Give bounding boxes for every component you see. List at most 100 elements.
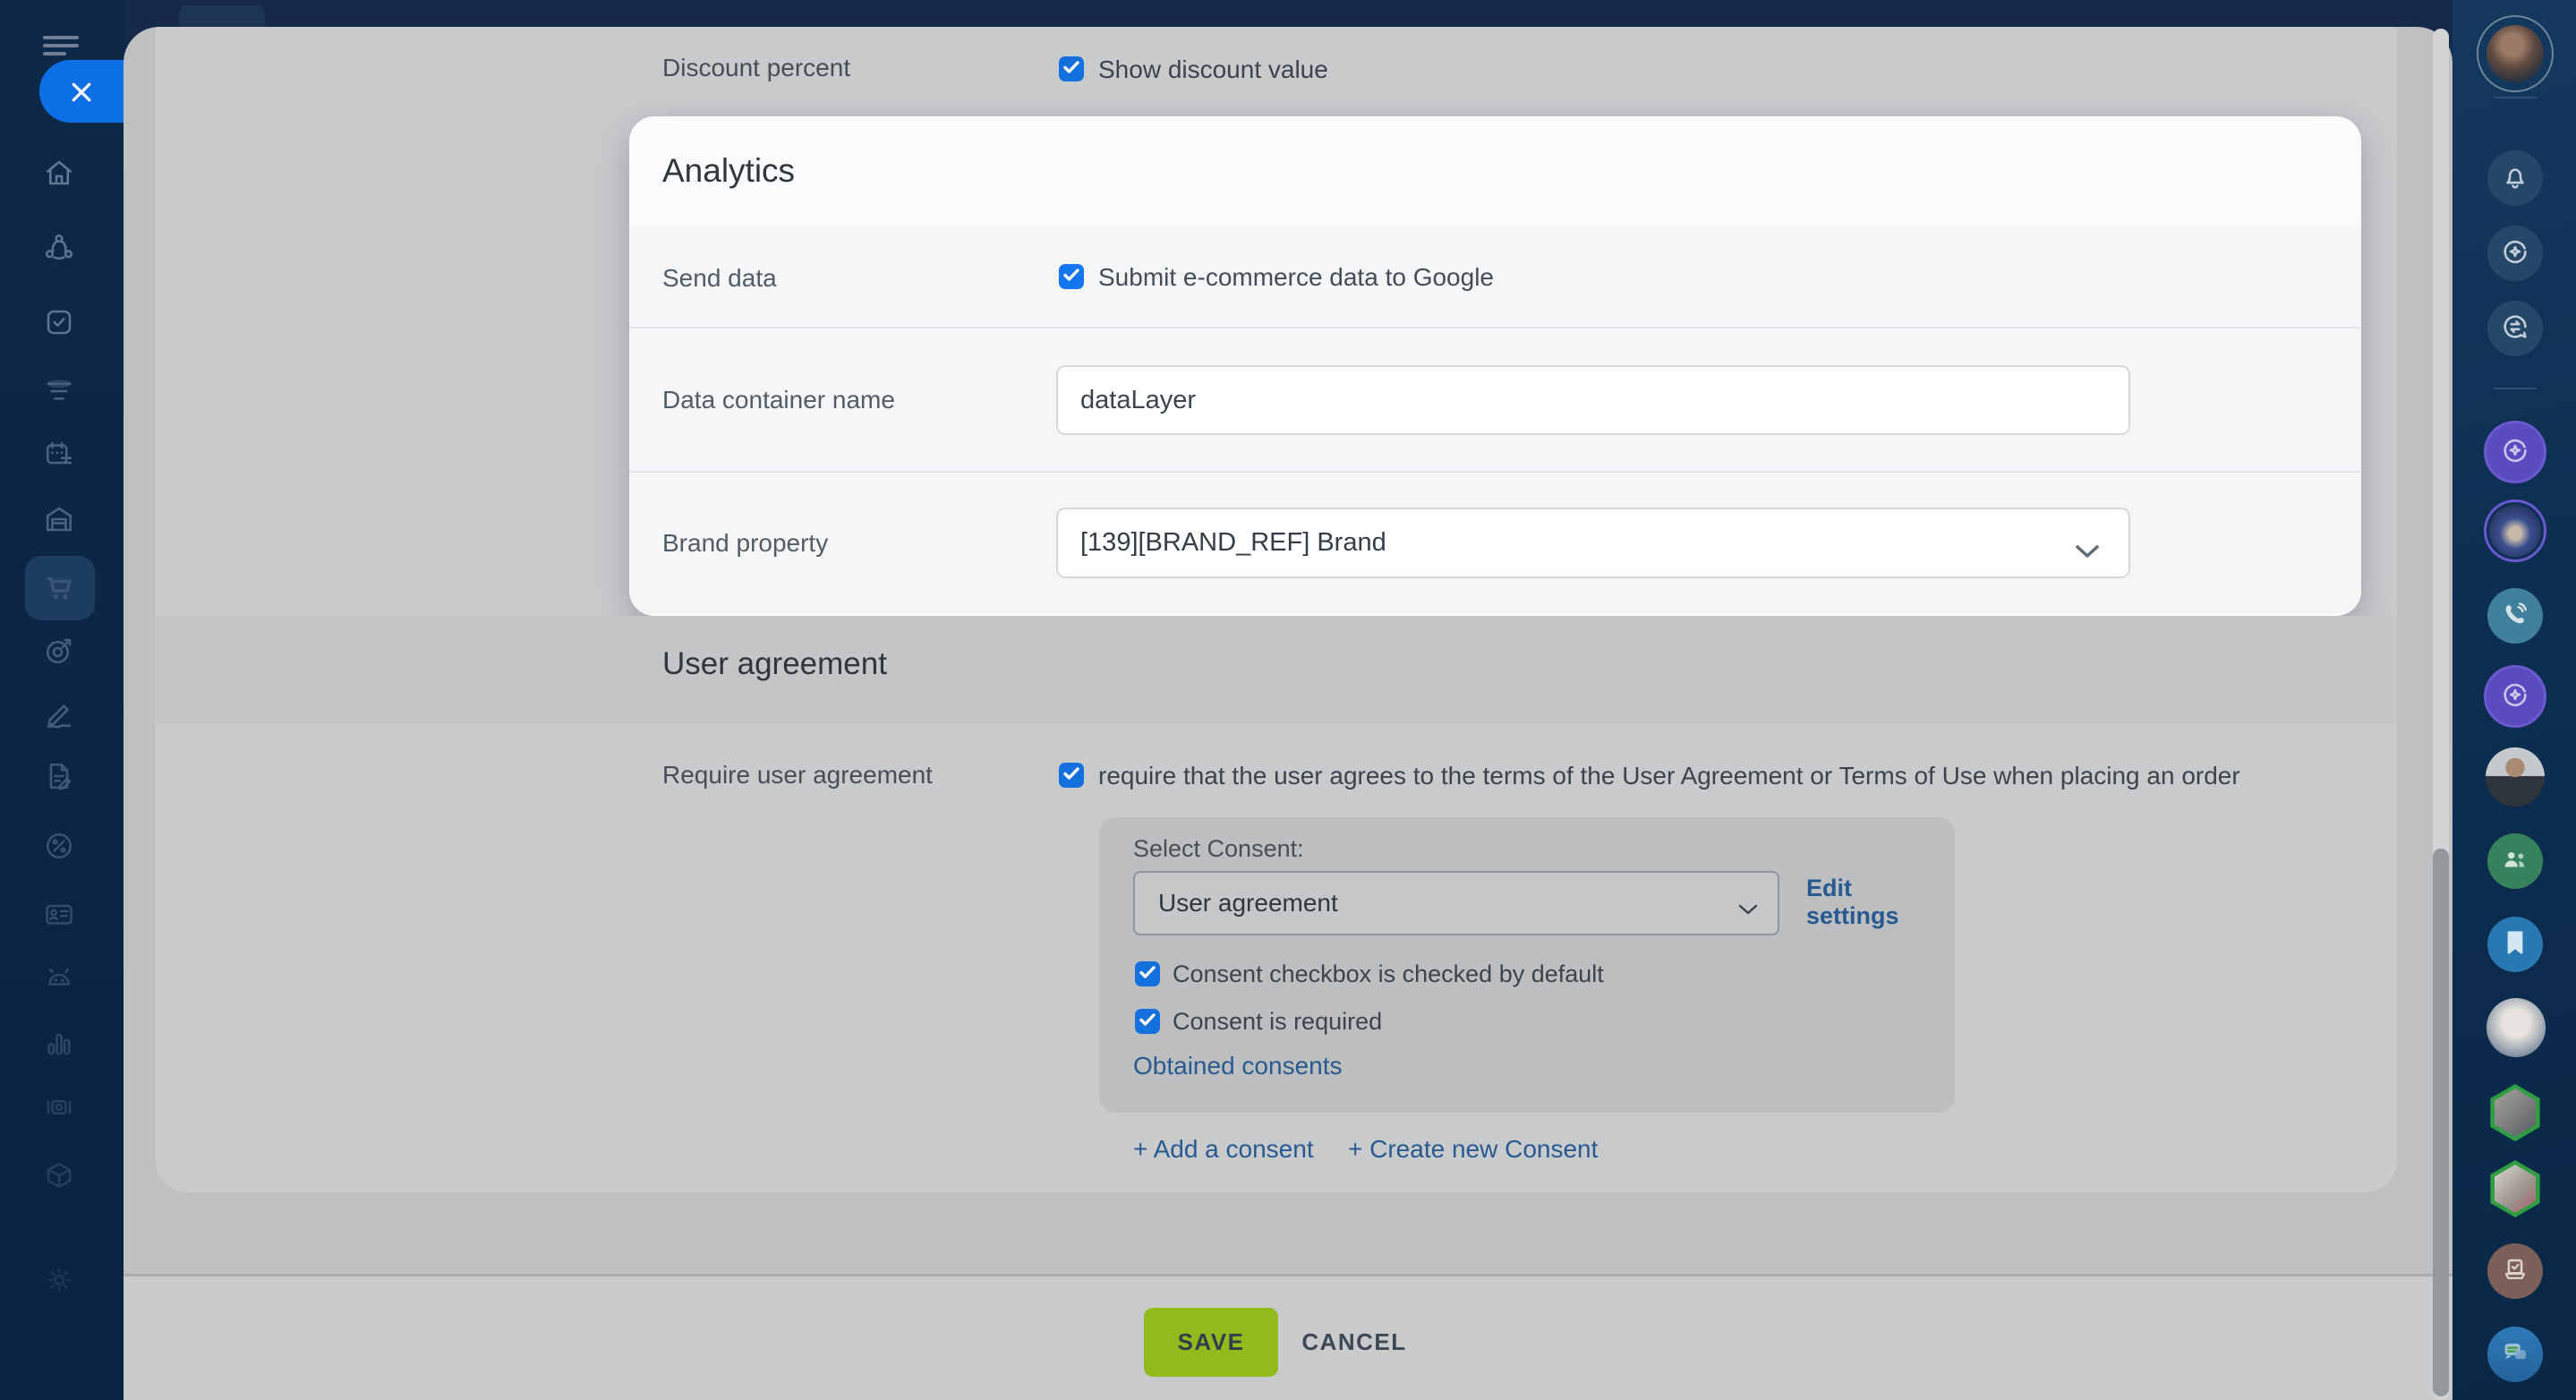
consent-required-label: Consent is required <box>1173 1008 1382 1036</box>
chat-bubbles-icon <box>2500 1337 2530 1372</box>
contact-avatar[interactable] <box>2484 499 2546 562</box>
consent-required-checkbox[interactable] <box>1135 1009 1160 1034</box>
send-data-row: Send data Submit e-commerce data to Goog… <box>629 226 2361 329</box>
calendar-icon[interactable] <box>43 439 75 471</box>
top-bar <box>0 0 2576 27</box>
check-icon <box>1063 269 1079 286</box>
divider <box>2494 97 2537 98</box>
check-icon <box>1139 1013 1156 1030</box>
data-container-label: Data container name <box>662 386 895 414</box>
camera-icon[interactable] <box>43 1091 75 1123</box>
comments-button[interactable] <box>2487 1327 2543 1382</box>
chat-arrows-icon <box>2500 312 2530 346</box>
close-tour-button[interactable] <box>39 60 124 123</box>
consent-default-label: Consent checkbox is checked by default <box>1173 960 1604 988</box>
consent-default-checkbox[interactable] <box>1135 961 1160 986</box>
target-icon[interactable] <box>43 635 75 667</box>
create-consent-link[interactable]: + Create new Consent <box>1348 1135 1598 1164</box>
submit-ecommerce-label: Submit e-commerce data to Google <box>1098 263 1494 292</box>
save-button[interactable]: SAVE <box>1144 1308 1278 1377</box>
sparkle-circle-icon <box>2500 679 2530 714</box>
user-agreement-section-header: User agreement <box>156 616 2397 723</box>
scrollbar-thumb[interactable] <box>2433 849 2449 1396</box>
show-discount-checkbox[interactable] <box>1059 56 1084 81</box>
show-discount-label: Show discount value <box>1098 55 1328 84</box>
divider <box>2494 388 2537 389</box>
right-sidebar <box>2452 0 2576 1400</box>
bot-icon[interactable] <box>43 961 75 994</box>
modal-footer: SAVE CANCEL <box>124 1274 2452 1400</box>
sparkle-circle-icon <box>2500 236 2530 271</box>
analytics-section: Analytics Send data Submit e-commerce da… <box>629 116 2361 616</box>
settings-icon[interactable] <box>43 1264 75 1296</box>
polls-button[interactable] <box>2487 1243 2543 1299</box>
check-icon <box>1063 61 1079 78</box>
check-icon <box>1139 966 1156 983</box>
require-agreement-text: require that the user agrees to the term… <box>1098 762 2240 790</box>
group-chat-button[interactable] <box>2487 833 2543 889</box>
brand-property-label: Brand property <box>662 529 828 558</box>
bookmark-icon <box>2500 927 2530 962</box>
modal-overlay: Discount percent Show discount value Ana… <box>124 27 2452 1400</box>
avatar <box>2493 1088 2538 1137</box>
ai-bot-chat[interactable] <box>2484 421 2546 483</box>
discount-icon[interactable] <box>43 830 75 862</box>
avatar <box>2486 25 2544 82</box>
cancel-button[interactable]: CANCEL <box>1283 1308 1426 1377</box>
phone-icon <box>2500 599 2530 634</box>
cart-icon[interactable] <box>43 572 75 604</box>
ai-bot-chat[interactable] <box>2484 665 2546 728</box>
data-container-input[interactable] <box>1056 365 2130 435</box>
consent-select[interactable]: User agreement <box>1133 871 1779 935</box>
contact-avatar[interactable] <box>2486 998 2546 1057</box>
data-container-row: Data container name <box>629 329 2361 473</box>
network-icon[interactable] <box>43 232 75 264</box>
ai-assistant-button[interactable] <box>2487 226 2543 281</box>
home-icon[interactable] <box>43 157 75 189</box>
menu-icon[interactable] <box>43 36 79 61</box>
bell-icon <box>2500 161 2530 196</box>
require-agreement-checkbox[interactable] <box>1059 763 1084 788</box>
select-consent-label: Select Consent: <box>1133 835 1304 863</box>
filter-icon[interactable] <box>43 375 75 407</box>
obtained-consents-link[interactable]: Obtained consents <box>1133 1052 1343 1080</box>
analytics-title: Analytics <box>662 152 795 190</box>
tasks-icon[interactable] <box>43 306 75 338</box>
sparkle-circle-icon <box>2500 435 2530 470</box>
avatar <box>2489 505 2541 557</box>
analytics-icon[interactable] <box>43 1027 75 1059</box>
document-edit-icon[interactable] <box>43 760 75 792</box>
consent-panel: Select Consent: User agreement Edit sett… <box>1099 817 1955 1113</box>
top-bar-tab <box>179 5 265 27</box>
channel-avatar[interactable] <box>2488 1084 2542 1141</box>
warehouse-icon[interactable] <box>43 503 75 535</box>
contacts-icon[interactable] <box>43 898 75 930</box>
add-consent-link[interactable]: + Add a consent <box>1133 1135 1314 1164</box>
package-icon[interactable] <box>43 1159 75 1191</box>
discount-percent-label: Discount percent <box>662 54 850 82</box>
submit-ecommerce-checkbox[interactable] <box>1059 264 1084 289</box>
saved-messages-button[interactable] <box>2487 917 2543 972</box>
calls-button[interactable] <box>2487 588 2543 644</box>
consent-select-value: User agreement <box>1158 889 1338 918</box>
check-icon <box>1063 767 1079 784</box>
channel-avatar[interactable] <box>2488 1160 2542 1217</box>
notifications-button[interactable] <box>2487 150 2543 206</box>
ballot-icon <box>2500 1254 2530 1289</box>
signature-icon[interactable] <box>43 697 75 730</box>
left-sidebar <box>0 0 124 1400</box>
edit-settings-link[interactable]: Edit settings <box>1806 875 1932 930</box>
user-agreement-title: User agreement <box>662 646 887 682</box>
scrollbar[interactable] <box>2433 29 2449 1400</box>
brand-property-select[interactable]: [139][BRAND_REF] Brand <box>1056 508 2130 578</box>
send-data-label: Send data <box>662 264 777 293</box>
contact-avatar[interactable] <box>2486 747 2545 807</box>
chat-translate-button[interactable] <box>2487 301 2543 356</box>
require-agreement-label: Require user agreement <box>662 761 933 790</box>
settings-form: Discount percent Show discount value Ana… <box>156 27 2397 1192</box>
people-icon <box>2500 844 2530 879</box>
profile-avatar[interactable] <box>2477 15 2554 92</box>
avatar <box>2493 1165 2538 1213</box>
brand-property-row: Brand property [139][BRAND_REF] Brand <box>629 473 2361 614</box>
brand-property-value: [139][BRAND_REF] Brand <box>1080 528 1386 558</box>
